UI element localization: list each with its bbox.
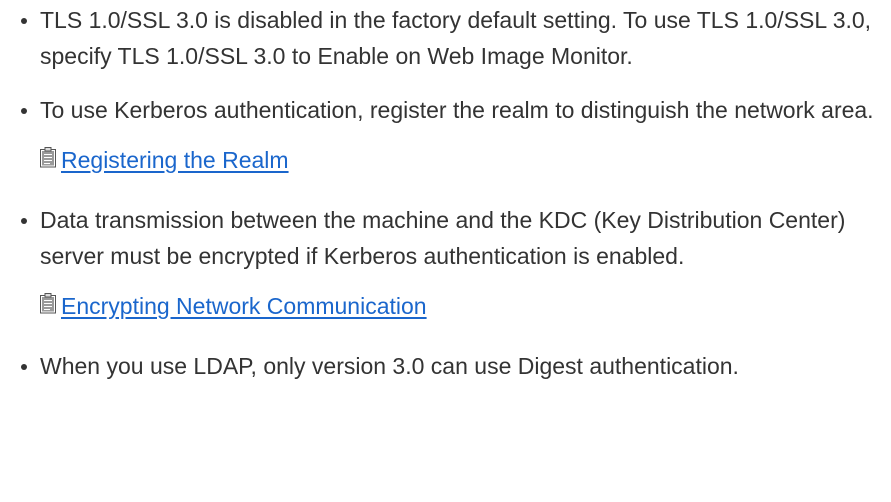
encrypting-network-communication-link[interactable]: Encrypting Network Communication xyxy=(61,288,427,324)
registering-the-realm-link[interactable]: Registering the Realm xyxy=(61,142,289,178)
list-item-text: Data transmission between the machine an… xyxy=(40,207,846,269)
list-item: Data transmission between the machine an… xyxy=(0,202,891,324)
document-icon xyxy=(40,292,56,313)
list-item: TLS 1.0/SSL 3.0 is disabled in the facto… xyxy=(0,2,891,74)
notes-list: TLS 1.0/SSL 3.0 is disabled in the facto… xyxy=(0,0,891,384)
list-item: To use Kerberos authentication, register… xyxy=(0,92,891,178)
reference-link-row: Encrypting Network Communication xyxy=(40,288,887,324)
document-icon xyxy=(40,146,56,167)
list-item-text: TLS 1.0/SSL 3.0 is disabled in the facto… xyxy=(40,7,872,69)
list-item-text: When you use LDAP, only version 3.0 can … xyxy=(40,353,739,379)
list-item: When you use LDAP, only version 3.0 can … xyxy=(0,348,891,384)
list-item-text: To use Kerberos authentication, register… xyxy=(40,97,874,123)
reference-link-row: Registering the Realm xyxy=(40,142,887,178)
